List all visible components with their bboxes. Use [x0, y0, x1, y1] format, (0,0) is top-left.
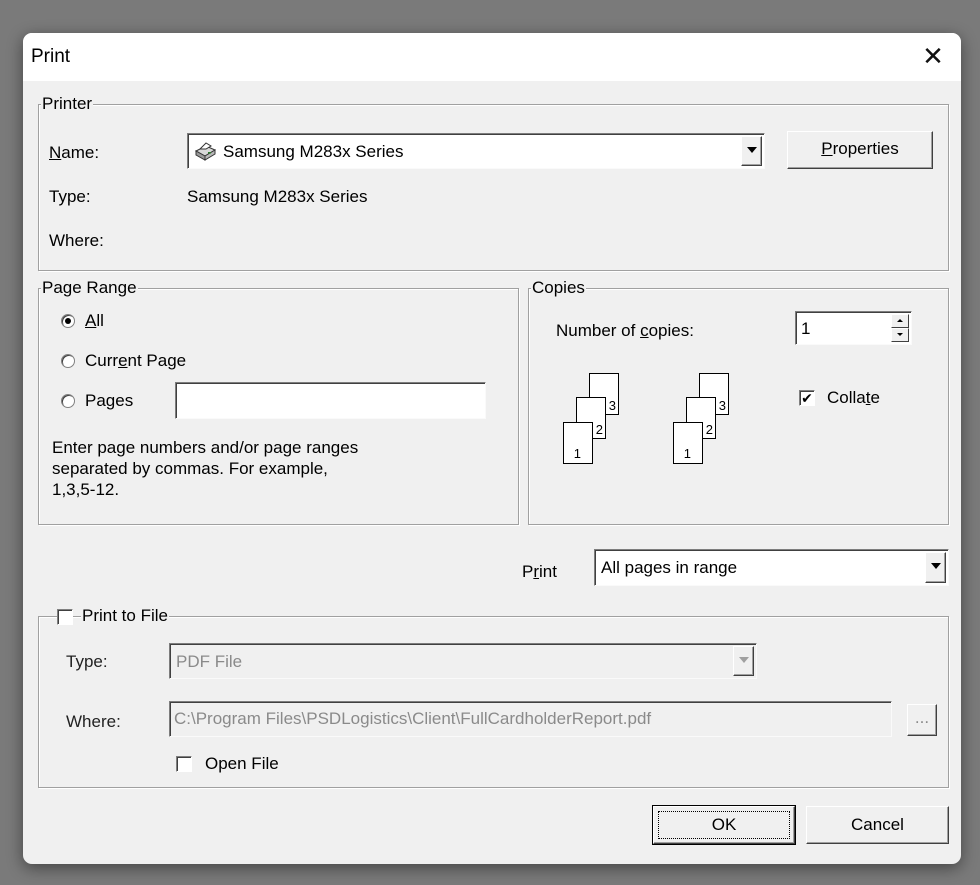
cancel-button[interactable]: Cancel: [806, 806, 949, 844]
copies-count-input[interactable]: 1: [795, 311, 912, 345]
open-file-checkbox[interactable]: [176, 756, 192, 772]
radio-current-page-label[interactable]: Current Page: [85, 351, 186, 371]
collate-label[interactable]: Collate: [827, 388, 880, 408]
chevron-down-icon[interactable]: [741, 136, 762, 166]
printer-name-value: Samsung M283x Series: [223, 142, 404, 161]
printer-group: Printer Name: Samsung M283x Series Prope…: [38, 93, 949, 271]
page-range-hint-line2: separated by commas. For example,: [52, 459, 328, 478]
file-where-input[interactable]: C:\Program Files\PSDLogistics\Client\Ful…: [169, 701, 892, 737]
copies-group: Copies Number of copies: 1 3 2 1 3 2 1 ✔…: [528, 277, 949, 525]
collate-illustration-2: 3 2 1: [669, 369, 769, 479]
file-type-dropdown[interactable]: PDF File: [169, 643, 757, 679]
print-to-file-group: Print to File Type: PDF File Where: C:\P…: [38, 605, 949, 788]
print-to-file-checkbox[interactable]: [57, 609, 73, 625]
pages-input[interactable]: [175, 382, 486, 419]
page-range-group: Page Range All Current Page Pages Enter …: [38, 277, 519, 525]
print-dialog: Print ✕ Printer Name: Samsung M283x Seri…: [23, 33, 961, 864]
illus-page-1: 1: [563, 422, 593, 464]
open-file-label[interactable]: Open File: [205, 754, 279, 774]
printer-legend: Printer: [41, 93, 94, 115]
printer-type-label: Type:: [49, 187, 91, 206]
chevron-down-icon[interactable]: [733, 646, 754, 676]
print-what-dropdown[interactable]: All pages in range: [594, 549, 949, 586]
radio-pages[interactable]: [61, 394, 75, 408]
copies-count-label: Number of copies:: [556, 321, 694, 340]
file-where-label: Where:: [66, 712, 121, 731]
radio-pages-label[interactable]: Pages: [85, 391, 133, 411]
page-range-legend: Page Range: [41, 277, 138, 299]
ok-button[interactable]: OK: [652, 805, 796, 845]
page-range-hint-line3: 1,3,5-12.: [52, 480, 120, 499]
radio-current-page[interactable]: [61, 354, 75, 368]
radio-all-label[interactable]: All: [85, 311, 104, 331]
printer-icon: [193, 141, 217, 168]
printer-where-label: Where:: [49, 231, 104, 250]
printer-name-dropdown[interactable]: Samsung M283x Series: [187, 133, 765, 169]
title-bar: Print ✕: [23, 33, 961, 81]
collate-illustration: 3 2 1: [559, 369, 659, 479]
close-icon[interactable]: ✕: [919, 40, 947, 72]
spin-down-icon[interactable]: [891, 328, 909, 342]
print-what-label: Print: [522, 562, 557, 581]
collate-checkbox[interactable]: ✔: [799, 390, 815, 406]
page-range-hint-line1: Enter page numbers and/or page ranges: [52, 438, 359, 457]
copies-legend: Copies: [531, 277, 586, 299]
chevron-down-icon[interactable]: [925, 552, 946, 583]
printer-type-value: Samsung M283x Series: [187, 187, 368, 206]
printer-name-label: Name:: [49, 143, 100, 162]
dialog-title: Print: [31, 46, 71, 67]
browse-button[interactable]: ...: [907, 704, 937, 736]
properties-button[interactable]: Properties: [787, 131, 933, 169]
spin-up-icon[interactable]: [891, 314, 909, 328]
file-type-label: Type:: [66, 652, 108, 671]
illus-page-1: 1: [673, 422, 703, 464]
radio-all[interactable]: [61, 314, 75, 328]
print-to-file-legend: Print to File: [81, 605, 169, 627]
